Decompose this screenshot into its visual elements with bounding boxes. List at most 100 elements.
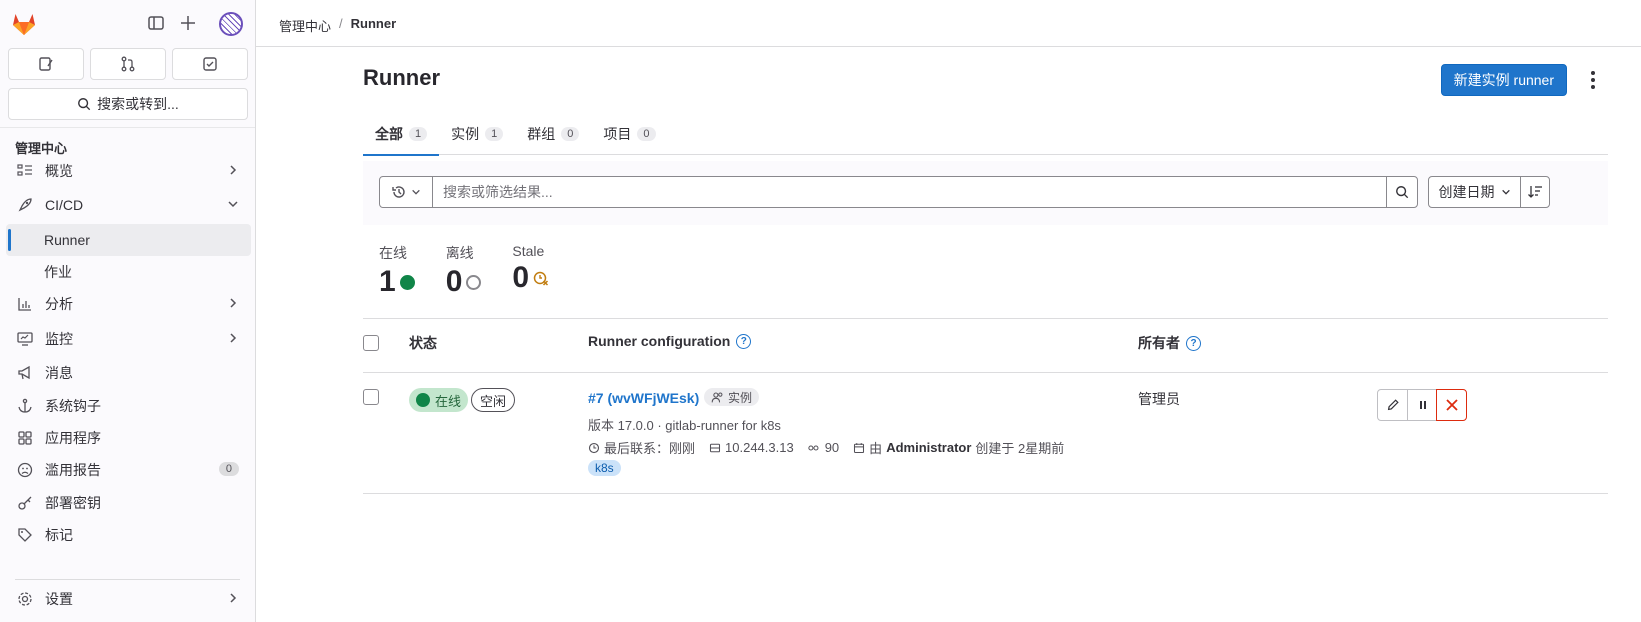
runner-type-badge: 实例 <box>704 388 760 406</box>
sidebar-item-deploy-keys[interactable]: 部署密钥 <box>6 487 251 519</box>
status-badge-idle: 空闲 <box>471 388 516 412</box>
tab-project[interactable]: 项目 0 <box>591 113 667 155</box>
offline-status-icon <box>466 274 482 290</box>
tab-label: 实例 <box>451 126 480 142</box>
runner-owner: 管理员 <box>1138 391 1180 407</box>
sort-by-dropdown[interactable]: 创建日期 <box>1428 176 1521 208</box>
tab-label: 全部 <box>375 126 403 142</box>
breadcrumb-current[interactable]: Runner <box>351 16 397 35</box>
sidebar-item-label: 设置 <box>45 591 73 607</box>
chevron-right-icon <box>230 593 237 603</box>
search-history-button[interactable] <box>379 176 433 208</box>
clock-icon <box>588 442 600 453</box>
sad-face-icon <box>16 461 34 479</box>
stat-online[interactable]: 在线 1 <box>379 243 415 299</box>
chevron-right-icon <box>230 298 237 308</box>
count-badge: 0 <box>218 462 239 476</box>
edit-runner-button[interactable] <box>1377 389 1408 421</box>
sidebar-item-applications[interactable]: 应用程序 <box>6 422 251 454</box>
issues-button[interactable] <box>8 48 84 80</box>
help-icon[interactable]: ? <box>736 333 752 349</box>
online-status-icon <box>399 274 415 290</box>
stat-label: 离线 <box>445 245 474 261</box>
runner-tag: k8s <box>588 460 621 476</box>
search-icon <box>78 98 91 111</box>
job-count: 90 <box>808 440 839 455</box>
chevron-down-icon <box>1501 189 1510 195</box>
new-instance-runner-button[interactable]: 新建实例 runner <box>1440 64 1567 96</box>
close-icon <box>1445 399 1458 411</box>
ip-address: 10.244.3.13 <box>709 440 794 455</box>
sort-by-label: 创建日期 <box>1438 184 1495 200</box>
sidebar-item-analytics[interactable]: 分析 <box>6 288 251 320</box>
sidebar-item-monitoring[interactable]: 监控 <box>6 323 251 355</box>
monitor-icon <box>16 330 34 348</box>
label-icon <box>16 526 34 544</box>
search-button[interactable]: 搜索或转到... <box>8 88 248 120</box>
status-badge-online: 在线 <box>409 388 469 412</box>
table-border <box>363 318 1608 319</box>
tab-all[interactable]: 全部 1 <box>363 113 440 156</box>
table-divider <box>363 493 1608 494</box>
pause-icon <box>1419 401 1426 409</box>
stat-offline[interactable]: 离线 0 <box>446 243 482 299</box>
issues-icon <box>39 57 53 71</box>
sidebar-item-settings[interactable]: 设置 <box>6 583 251 615</box>
todos-button[interactable] <box>172 48 248 80</box>
sidebar-item-label: 系统钩子 <box>45 398 101 414</box>
sidebar-item-label: Runner <box>44 232 90 248</box>
delete-runner-button[interactable] <box>1436 389 1467 421</box>
sidebar-item-overview[interactable]: 概览 <box>6 155 251 187</box>
search-submit-button[interactable] <box>1386 176 1418 208</box>
column-header-label: Runner configuration <box>588 333 731 349</box>
sidebar-item-labels[interactable]: 标记 <box>6 519 251 551</box>
gear-icon <box>16 590 34 608</box>
sort-descending-icon <box>1528 186 1542 198</box>
filter-search-input[interactable] <box>432 176 1387 208</box>
divider <box>0 127 255 128</box>
pencil-icon <box>1387 399 1399 411</box>
filter-bar: 创建日期 <box>363 161 1608 225</box>
job-count-text: 90 <box>824 440 840 455</box>
sidebar-item-messages[interactable]: 消息 <box>6 357 251 389</box>
stat-stale[interactable]: Stale 0 <box>512 243 549 299</box>
status-badge-label: 在线 <box>435 393 462 409</box>
sidebar-item-system-hooks[interactable]: 系统钩子 <box>6 390 251 422</box>
runner-meta: 最后联系：刚刚 10.244.3.13 90 由 Administrator 创… <box>588 438 1064 457</box>
calendar-icon <box>854 442 865 453</box>
key-icon <box>16 494 34 512</box>
select-all-checkbox[interactable] <box>363 335 379 351</box>
tab-instance[interactable]: 实例 1 <box>439 113 515 155</box>
gitlab-logo-icon[interactable] <box>11 11 37 37</box>
divider <box>15 579 240 580</box>
tab-label: 群组 <box>527 126 556 142</box>
apps-icon <box>16 429 34 447</box>
sidebar-item-abuse-reports[interactable]: 滥用报告 0 <box>6 454 251 486</box>
stat-value: 0 <box>512 261 530 294</box>
row-checkbox[interactable] <box>363 389 379 405</box>
plus-icon[interactable] <box>178 13 198 33</box>
stat-value: 1 <box>379 265 396 298</box>
breadcrumb-admin-link[interactable]: 管理中心 <box>279 16 331 35</box>
table-divider <box>363 372 1608 373</box>
user-avatar[interactable] <box>219 12 243 36</box>
sidebar-item-label: 部署密钥 <box>45 495 101 511</box>
sidebar-item-cicd[interactable]: CI/CD <box>6 189 251 221</box>
sidebar-item-label: 标记 <box>45 527 73 543</box>
sidebar-toggle-icon[interactable] <box>146 13 166 33</box>
server-icon <box>709 443 721 452</box>
sort-direction-button[interactable] <box>1520 176 1550 208</box>
megaphone-icon <box>16 364 34 382</box>
sidebar-item-jobs[interactable]: 作业 <box>6 256 251 288</box>
chevron-right-icon <box>230 165 237 175</box>
sidebar-item-runner[interactable]: Runner <box>6 224 251 256</box>
help-icon[interactable]: ? <box>1186 335 1201 351</box>
pause-runner-button[interactable] <box>1407 389 1438 421</box>
merge-requests-button[interactable] <box>90 48 166 80</box>
sidebar: 搜索或转到... 管理中心 概览 CI/CD Runner 作业 分析 监控 消… <box>0 0 256 622</box>
more-actions-icon[interactable] <box>1584 69 1602 91</box>
runner-name-link[interactable]: #7 (wvWFjWEsk) <box>588 390 699 406</box>
runner-version: 版本 17.0.0 · gitlab-runner for k8s <box>588 418 781 433</box>
created-by-link[interactable]: Administrator <box>886 440 971 455</box>
tab-group[interactable]: 群组 0 <box>515 113 591 155</box>
